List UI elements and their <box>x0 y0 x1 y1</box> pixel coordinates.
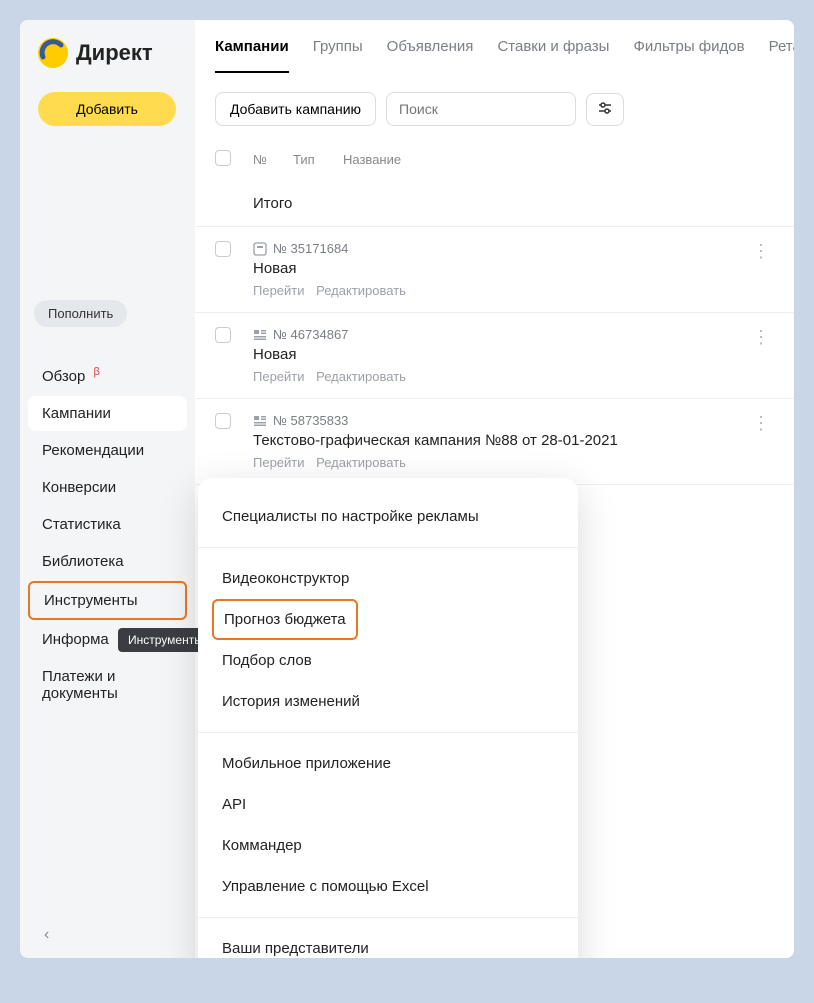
campaign-type-icon <box>253 414 267 428</box>
beta-badge: β <box>94 366 100 378</box>
row-body: № 58735833 Текстово-графическая кампания… <box>253 413 748 470</box>
sidebar-item-tools[interactable]: Инструменты <box>28 581 187 620</box>
row-edit-link[interactable]: Редактировать <box>316 455 406 470</box>
sidebar-item-label: Конверсии <box>42 479 116 496</box>
nav-list: Обзор β Кампании Рекомендации Конверсии … <box>28 357 187 711</box>
row-checkbox[interactable] <box>215 413 231 429</box>
table-row: № 58735833 Текстово-графическая кампания… <box>195 399 794 485</box>
tab-retarget[interactable]: Ретарге <box>769 38 794 73</box>
tools-popup: Специалисты по настройке рекламы Видеоко… <box>198 478 578 958</box>
popup-item-excel[interactable]: Управление с помощью Excel <box>198 866 578 907</box>
row-title[interactable]: Новая <box>253 260 748 277</box>
add-button[interactable]: Добавить <box>38 92 176 126</box>
logo-area: Директ <box>20 20 195 86</box>
col-num: № <box>253 152 293 167</box>
more-icon[interactable]: ⋮ <box>748 241 774 298</box>
sidebar-item-statistics[interactable]: Статистика <box>28 507 187 542</box>
add-btn-area: Добавить <box>20 86 195 138</box>
row-id-line: № 46734867 <box>253 327 748 342</box>
campaign-type-icon <box>253 328 267 342</box>
tab-groups[interactable]: Группы <box>313 38 363 73</box>
tab-feed-filters[interactable]: Фильтры фидов <box>633 38 744 73</box>
row-actions: Перейти Редактировать <box>253 369 748 384</box>
sliders-icon <box>597 100 613 119</box>
table-row: № 46734867 Новая Перейти Редактировать ⋮ <box>195 313 794 399</box>
row-id: № 35171684 <box>273 241 348 256</box>
header: Директ Кампании Группы Объявления Ставки… <box>20 20 794 86</box>
add-campaign-button[interactable]: Добавить кампанию <box>215 92 376 126</box>
action-bar: Добавить кампанию <box>195 86 794 138</box>
brand-logo-icon <box>38 38 68 68</box>
app-window: Директ Кампании Группы Объявления Ставки… <box>20 20 794 958</box>
row-goto-link[interactable]: Перейти <box>253 369 305 384</box>
tab-campaigns[interactable]: Кампании <box>215 38 289 73</box>
sidebar-item-label: Кампании <box>42 405 111 422</box>
row-id-line: № 58735833 <box>253 413 748 428</box>
row-goto-link[interactable]: Перейти <box>253 455 305 470</box>
col-name: Название <box>343 152 774 167</box>
filter-button[interactable] <box>586 93 624 126</box>
more-icon[interactable]: ⋮ <box>748 327 774 384</box>
row-edit-link[interactable]: Редактировать <box>316 283 406 298</box>
topup-button[interactable]: Пополнить <box>34 300 127 327</box>
row-id-line: № 35171684 <box>253 241 748 256</box>
sidebar-item-label: Рекомендации <box>42 442 144 459</box>
sidebar-item-label: Статистика <box>42 516 121 533</box>
popup-item-video[interactable]: Видеоконструктор <box>198 558 578 599</box>
sidebar-item-label: Информа <box>42 631 109 648</box>
row-edit-link[interactable]: Редактировать <box>316 369 406 384</box>
sidebar-item-label: Обзор <box>42 368 85 385</box>
popup-item-budget-forecast[interactable]: Прогноз бюджета <box>212 599 358 640</box>
table-header: № Тип Название <box>195 138 794 181</box>
content: Пополнить Обзор β Кампании Рекомендации … <box>20 138 794 958</box>
popup-item-reps[interactable]: Ваши представители <box>198 928 578 958</box>
top-tabs: Кампании Группы Объявления Ставки и фраз… <box>195 20 794 73</box>
sidebar-item-label: Инструменты <box>44 592 138 609</box>
sidebar-item-campaigns[interactable]: Кампании <box>28 396 187 431</box>
row-body: № 35171684 Новая Перейти Редактировать <box>253 241 748 298</box>
sidebar-item-conversions[interactable]: Конверсии <box>28 470 187 505</box>
sidebar-item-recommendations[interactable]: Рекомендации <box>28 433 187 468</box>
popup-item-mobile[interactable]: Мобильное приложение <box>198 743 578 784</box>
row-title[interactable]: Текстово-графическая кампания №88 от 28-… <box>253 432 748 449</box>
sidebar-item-library[interactable]: Библиотека <box>28 544 187 579</box>
sidebar-item-overview[interactable]: Обзор β <box>28 357 187 394</box>
sidebar-item-payments[interactable]: Платежи и документы <box>28 659 187 711</box>
brand-name: Директ <box>76 40 153 66</box>
divider <box>198 732 578 733</box>
row-checkbox[interactable] <box>215 241 231 257</box>
popup-item-commander[interactable]: Коммандер <box>198 825 578 866</box>
popup-item-api[interactable]: API <box>198 784 578 825</box>
sidebar-item-info[interactable]: Информа Инструменты <box>28 622 187 657</box>
table-row: № 35171684 Новая Перейти Редактировать ⋮ <box>195 227 794 313</box>
row-goto-link[interactable]: Перейти <box>253 283 305 298</box>
select-all-checkbox[interactable] <box>215 150 231 166</box>
sidebar-item-label: Платежи и документы <box>42 668 118 702</box>
popup-item-wordstat[interactable]: Подбор слов <box>198 640 578 681</box>
sidebar-item-label: Библиотека <box>42 553 124 570</box>
popup-item-history[interactable]: История изменений <box>198 681 578 722</box>
row-actions: Перейти Редактировать <box>253 283 748 298</box>
row-id: № 58735833 <box>273 413 348 428</box>
second-row: Добавить Добавить кампанию <box>20 86 794 138</box>
tab-ads[interactable]: Объявления <box>387 38 474 73</box>
row-id: № 46734867 <box>273 327 348 342</box>
tab-bids[interactable]: Ставки и фразы <box>497 38 609 73</box>
table-total-row: Итого <box>195 181 794 227</box>
collapse-sidebar-icon[interactable]: ‹ <box>44 926 49 944</box>
col-type: Тип <box>293 152 343 167</box>
row-body: № 46734867 Новая Перейти Редактировать <box>253 327 748 384</box>
divider <box>198 917 578 918</box>
row-checkbox[interactable] <box>215 327 231 343</box>
sidebar: Пополнить Обзор β Кампании Рекомендации … <box>20 138 195 958</box>
more-icon[interactable]: ⋮ <box>748 413 774 470</box>
row-actions: Перейти Редактировать <box>253 455 748 470</box>
row-title[interactable]: Новая <box>253 346 748 363</box>
popup-item-specialists[interactable]: Специалисты по настройке рекламы <box>198 496 578 537</box>
search-input[interactable] <box>386 92 576 126</box>
divider <box>198 547 578 548</box>
campaign-type-icon <box>253 242 267 256</box>
